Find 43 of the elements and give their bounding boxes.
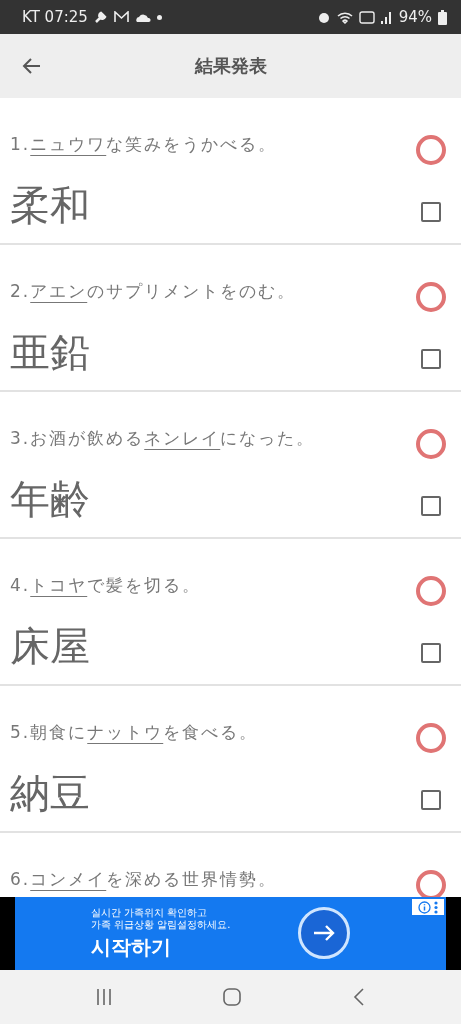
wrench-icon xyxy=(93,10,108,24)
circle-mark-icon xyxy=(415,722,447,754)
info-icon[interactable] xyxy=(418,900,431,914)
checkbox[interactable] xyxy=(421,643,441,663)
battery-icon xyxy=(438,9,447,25)
screen-title: 結果発表 xyxy=(194,54,267,78)
answer-kanji: 床屋 xyxy=(10,622,91,671)
mail-icon xyxy=(113,11,129,23)
carrier-time: KT 07:25 xyxy=(22,8,88,26)
question-text: 2.アエンのサプリメントをのむ。 xyxy=(10,280,298,303)
answer-kanji: 柔和 xyxy=(10,181,91,230)
question-text: 6.コンメイ を深める世界情勢。 xyxy=(10,868,279,891)
ad-text: 가족 위급상황 알림설정하세요. xyxy=(91,918,231,931)
signal-icon xyxy=(380,10,393,24)
circle-mark-icon xyxy=(415,281,447,313)
back-icon[interactable] xyxy=(353,988,366,1006)
answer-kanji: 納豆 xyxy=(10,769,91,818)
question-text: 5.朝食にナットウ を食べる。 xyxy=(10,721,260,744)
home-icon[interactable] xyxy=(223,988,242,1006)
ad-text: 실시간 가족위치 확인하고 xyxy=(91,906,209,919)
checkbox[interactable] xyxy=(421,202,441,222)
circle-mark-icon xyxy=(415,134,447,166)
wifi-icon xyxy=(336,10,353,24)
circle-mark-icon xyxy=(415,869,447,897)
more-icon[interactable] xyxy=(434,900,438,914)
question-text: 3.お酒が飲める ネンレイ になった。 xyxy=(10,427,317,450)
battery-percent: 94% xyxy=(398,8,432,26)
checkbox[interactable] xyxy=(421,349,441,369)
checkbox[interactable] xyxy=(421,790,441,810)
question-text: 1.ニュウワ な笑みをうかべる。 xyxy=(10,133,279,156)
circle-mark-icon xyxy=(415,428,447,460)
answer-kanji: 年齢 xyxy=(10,475,91,524)
ad-banner[interactable]: 실시간 가족위치 확인하고 가족 위급상황 알림설정하세요. 시작하기 xyxy=(15,897,446,970)
answer-kanji: 亜鉛 xyxy=(10,328,91,377)
circle-mark-icon xyxy=(415,575,447,607)
dot-icon xyxy=(156,14,162,20)
question-text: 4.トコヤ で髪を切る。 xyxy=(10,574,203,597)
arrow-button[interactable] xyxy=(298,907,350,959)
recents-icon[interactable] xyxy=(95,989,112,1005)
arrow-icon xyxy=(313,924,335,942)
ad-headline: 시작하기 xyxy=(91,933,172,961)
checkbox[interactable] xyxy=(421,496,441,516)
cloud-icon xyxy=(134,12,151,22)
